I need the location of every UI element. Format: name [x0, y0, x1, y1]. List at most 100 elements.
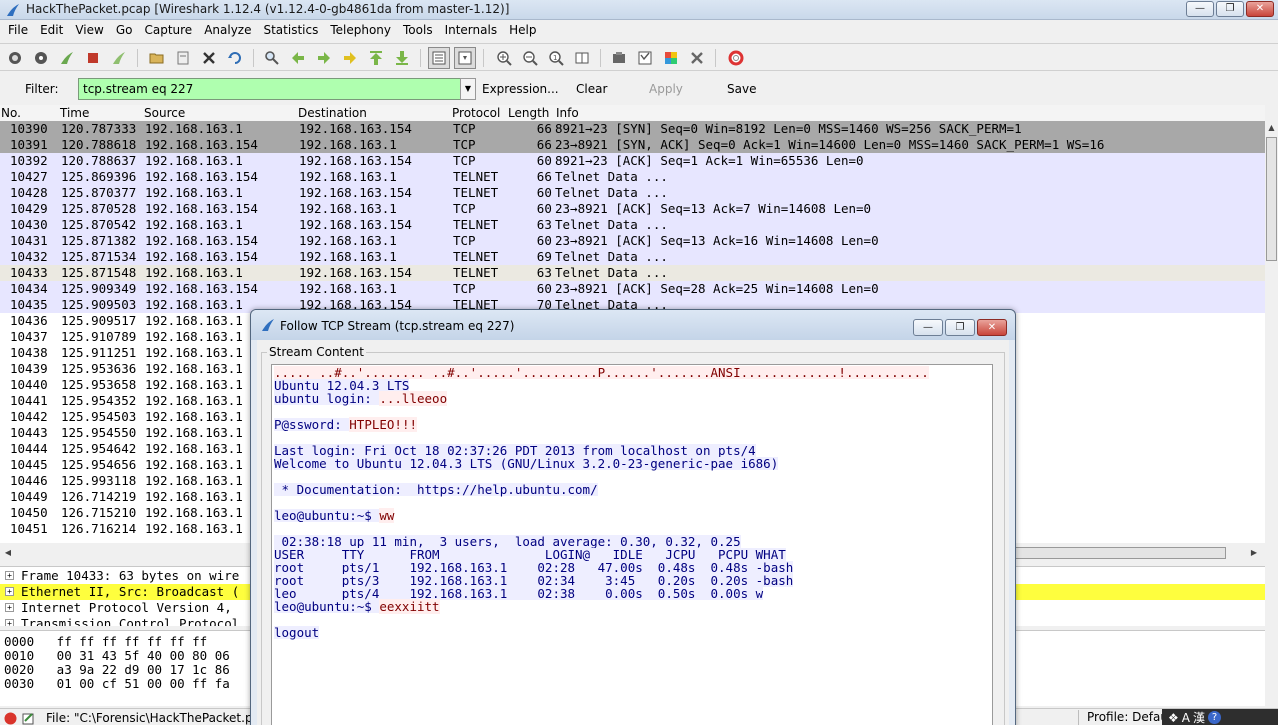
- server-text: leo@ubuntu:~$: [274, 599, 380, 614]
- zoom-out-icon[interactable]: [521, 49, 539, 67]
- interfaces-icon[interactable]: [6, 49, 24, 67]
- menu-telephony[interactable]: Telephony: [326, 21, 395, 41]
- go-back-icon[interactable]: [289, 49, 307, 67]
- capture-options-icon[interactable]: [32, 49, 50, 67]
- apply-button[interactable]: Apply: [649, 82, 683, 96]
- packet-protocol: TELNET: [453, 217, 499, 232]
- save-file-icon[interactable]: [174, 49, 192, 67]
- scroll-left-icon[interactable]: ◀: [2, 545, 14, 561]
- dialog-close-button[interactable]: ✕: [977, 319, 1007, 336]
- col-header-info[interactable]: Info: [556, 106, 579, 120]
- packet-row[interactable]: 10434 125.909349 192.168.163.154 192.168.16…: [0, 281, 1265, 297]
- maximize-button[interactable]: ❐: [1216, 1, 1244, 17]
- auto-scroll-icon[interactable]: [454, 47, 476, 69]
- col-header-no[interactable]: No.: [1, 106, 21, 120]
- col-header-source[interactable]: Source: [144, 106, 185, 120]
- packet-row[interactable]: 10432 125.871534 192.168.163.154 192.168.16…: [0, 249, 1265, 265]
- filter-input[interactable]: tcp.stream eq 227: [78, 78, 462, 100]
- minimize-button[interactable]: —: [1186, 1, 1214, 17]
- scroll-right-icon[interactable]: ▶: [1248, 545, 1260, 561]
- hscrollbar-thumb[interactable]: [1014, 547, 1226, 559]
- help-lifebuoy-icon[interactable]: [727, 49, 745, 67]
- menu-help[interactable]: Help: [505, 21, 540, 41]
- stop-capture-icon[interactable]: [84, 49, 102, 67]
- last-packet-icon[interactable]: [393, 49, 411, 67]
- find-packet-icon[interactable]: [263, 49, 281, 67]
- dialog-minimize-button[interactable]: —: [913, 319, 943, 336]
- packet-source: 192.168.163.1: [145, 473, 243, 488]
- status-profile[interactable]: Profile: Defaul: [1078, 710, 1171, 725]
- scroll-up-icon[interactable]: ▲: [1265, 121, 1278, 134]
- menu-internals[interactable]: Internals: [441, 21, 502, 41]
- packet-source: 192.168.163.154: [145, 137, 258, 152]
- start-capture-icon[interactable]: [58, 49, 76, 67]
- ime-alpha-icon[interactable]: A: [1182, 711, 1190, 725]
- normal-size-icon[interactable]: 1: [547, 49, 565, 67]
- ime-tray-icon[interactable]: ❖: [1168, 711, 1179, 725]
- packet-row[interactable]: 10391 120.788618 192.168.163.154 192.168.16…: [0, 137, 1265, 153]
- expand-icon[interactable]: +: [5, 571, 14, 580]
- server-text: leo@ubuntu:~$: [274, 508, 380, 523]
- capture-filters-icon[interactable]: [610, 49, 628, 67]
- expand-icon[interactable]: +: [5, 603, 14, 612]
- packet-row[interactable]: 10392 120.788637 192.168.163.1 192.168.163.…: [0, 153, 1265, 169]
- close-file-icon[interactable]: [200, 49, 218, 67]
- menu-analyze[interactable]: Analyze: [200, 21, 255, 41]
- menu-go[interactable]: Go: [112, 21, 137, 41]
- filter-dropdown-icon[interactable]: ▼: [460, 78, 476, 100]
- menu-view[interactable]: View: [71, 21, 107, 41]
- capture-comment-icon[interactable]: [22, 712, 35, 725]
- open-file-icon[interactable]: [148, 49, 166, 67]
- expand-icon[interactable]: +: [5, 587, 14, 596]
- packet-no: 10432: [10, 249, 48, 264]
- packet-row[interactable]: 10433 125.871548 192.168.163.1 192.168.163.…: [0, 265, 1265, 281]
- go-to-packet-icon[interactable]: [341, 49, 359, 67]
- packet-no: 10436: [10, 313, 48, 328]
- col-header-time[interactable]: Time: [60, 106, 89, 120]
- ime-hanja-icon[interactable]: 漢: [1193, 709, 1205, 725]
- menu-edit[interactable]: Edit: [36, 21, 67, 41]
- packet-length: 66: [536, 169, 552, 184]
- packet-row[interactable]: 10390 120.787333 192.168.163.1 192.168.163.…: [0, 121, 1265, 137]
- expression-button[interactable]: Expression...: [482, 82, 559, 96]
- display-filters-icon[interactable]: [636, 49, 654, 67]
- packet-source: 192.168.163.1: [145, 265, 243, 280]
- ime-help-icon[interactable]: ?: [1208, 711, 1221, 724]
- packet-time: 126.716214: [61, 521, 137, 536]
- packet-list-scrollbar[interactable]: ▲: [1265, 121, 1278, 545]
- col-header-protocol[interactable]: Protocol: [452, 106, 500, 120]
- resize-columns-icon[interactable]: [573, 49, 591, 67]
- close-button[interactable]: ✕: [1246, 1, 1274, 17]
- server-text: ubuntu login:: [274, 391, 380, 406]
- save-filter-button[interactable]: Save: [727, 82, 756, 96]
- first-packet-icon[interactable]: [367, 49, 385, 67]
- stream-content-text[interactable]: ..... ..#..'........ ..#..'.....'.......…: [271, 364, 993, 725]
- packet-length: 63: [536, 217, 552, 232]
- expert-info-icon[interactable]: [4, 712, 17, 725]
- menu-capture[interactable]: Capture: [140, 21, 196, 41]
- zoom-in-icon[interactable]: [495, 49, 513, 67]
- dialog-maximize-button[interactable]: ❐: [945, 319, 975, 336]
- packet-row[interactable]: 10429 125.870528 192.168.163.154 192.168.16…: [0, 201, 1265, 217]
- coloring-rules-icon[interactable]: [662, 49, 680, 67]
- details-scrollbar[interactable]: [1265, 583, 1278, 627]
- packet-row[interactable]: 10427 125.869396 192.168.163.154 192.168.16…: [0, 169, 1265, 185]
- restart-capture-icon[interactable]: [110, 49, 128, 67]
- main-toolbar: 1: [0, 43, 1278, 71]
- col-header-length[interactable]: Length: [508, 106, 549, 120]
- reload-icon[interactable]: [226, 49, 244, 67]
- clear-button[interactable]: Clear: [576, 82, 607, 96]
- scrollbar-thumb[interactable]: [1266, 137, 1277, 261]
- preferences-icon[interactable]: [688, 49, 706, 67]
- colorize-icon[interactable]: [428, 47, 450, 69]
- go-forward-icon[interactable]: [315, 49, 333, 67]
- menu-tools[interactable]: Tools: [399, 21, 437, 41]
- menu-file[interactable]: File: [4, 21, 32, 41]
- packet-row[interactable]: 10430 125.870542 192.168.163.1 192.168.163.…: [0, 217, 1265, 233]
- col-header-destination[interactable]: Destination: [298, 106, 367, 120]
- packet-row[interactable]: 10431 125.871382 192.168.163.154 192.168.16…: [0, 233, 1265, 249]
- expand-icon[interactable]: +: [5, 619, 14, 626]
- filter-label: Filter:: [25, 82, 59, 96]
- packet-row[interactable]: 10428 125.870377 192.168.163.1 192.168.163.…: [0, 185, 1265, 201]
- menu-statistics[interactable]: Statistics: [259, 21, 322, 41]
